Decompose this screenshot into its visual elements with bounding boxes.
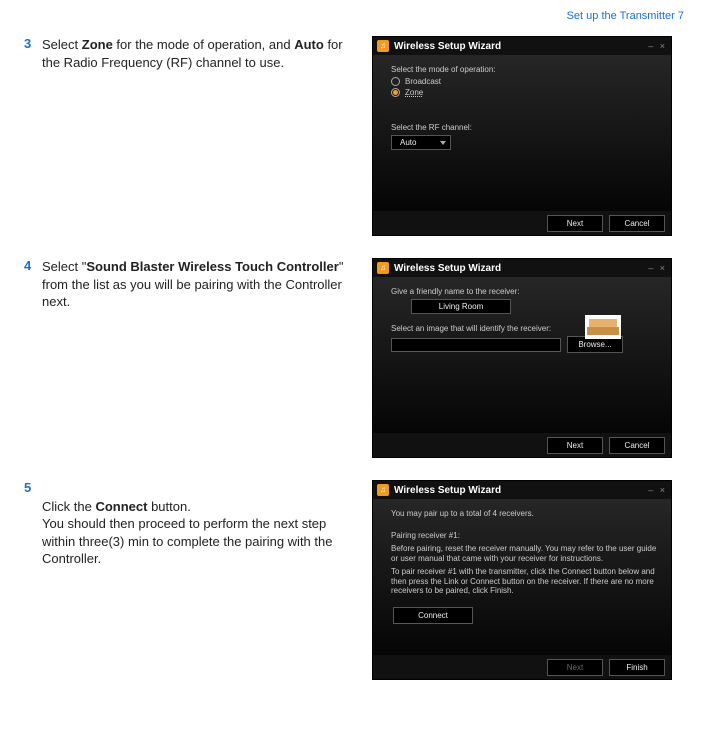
app-icon [377,484,389,496]
step-4: 4 Select "Sound Blaster Wireless Touch C… [24,258,684,458]
next-button[interactable]: Next [547,437,603,454]
screenshot-2: Wireless Setup Wizard – × Give a friendl… [372,258,684,458]
app-icon [377,262,389,274]
step-3: 3 Select Zone for the mode of operation,… [24,36,684,236]
step-text: Click the Connect button. You should the… [42,480,372,568]
window-body: Select the mode of operation: Broadcast … [373,55,671,211]
window-title: Wireless Setup Wizard [394,41,501,52]
app-icon [377,40,389,52]
window-footer: Next Cancel [373,433,671,457]
screenshot-3: Wireless Setup Wizard – × You may pair u… [372,480,684,680]
image-path-input[interactable] [391,338,561,352]
pairing-instr-2: To pair receiver #1 with the transmitter… [391,567,661,596]
radio-label: Zone [405,88,423,97]
titlebar: Wireless Setup Wizard – × [373,259,671,277]
radio-zone[interactable]: Zone [391,88,661,97]
radio-icon [391,77,400,86]
step-5: 5 Click the Connect button. You should t… [24,480,684,680]
window-footer: Next Cancel [373,211,671,235]
wizard-window: Wireless Setup Wizard – × You may pair u… [372,480,672,680]
window-title: Wireless Setup Wizard [394,485,501,496]
page-number: 7 [678,10,684,22]
titlebar: Wireless Setup Wizard – × [373,481,671,499]
pairing-instr-1: Before pairing, reset the receiver manua… [391,544,661,563]
radio-icon [391,88,400,97]
window-controls[interactable]: – × [648,485,667,495]
page-header: Set up the Transmitter 7 [24,10,684,22]
step-number: 5 [24,480,42,495]
mode-label: Select the mode of operation: [391,65,661,74]
rf-label: Select the RF channel: [391,123,661,132]
rf-select[interactable]: Auto [391,135,451,150]
step-number: 4 [24,258,42,273]
next-button: Next [547,659,603,676]
window-title: Wireless Setup Wizard [394,263,501,274]
window-body: You may pair up to a total of 4 receiver… [373,499,671,655]
step-number: 3 [24,36,42,51]
pairing-header: Pairing receiver #1: [391,531,661,540]
pair-total-label: You may pair up to a total of 4 receiver… [391,509,661,518]
name-label: Give a friendly name to the receiver: [391,287,661,296]
screenshot-1: Wireless Setup Wizard – × Select the mod… [372,36,684,236]
section-name: Set up the Transmitter [567,10,675,22]
connect-button[interactable]: Connect [393,607,473,624]
window-controls[interactable]: – × [648,263,667,273]
receiver-name-input[interactable]: Living Room [411,299,511,314]
next-button[interactable]: Next [547,215,603,232]
receiver-image-preview [585,315,621,339]
step-text: Select Zone for the mode of operation, a… [42,36,372,71]
cancel-button[interactable]: Cancel [609,215,665,232]
cancel-button[interactable]: Cancel [609,437,665,454]
manual-page: Set up the Transmitter 7 3 Select Zone f… [0,0,708,722]
window-footer: Next Finish [373,655,671,679]
wizard-window: Wireless Setup Wizard – × Give a friendl… [372,258,672,458]
radio-broadcast[interactable]: Broadcast [391,77,661,86]
window-body: Give a friendly name to the receiver: Li… [373,277,671,433]
finish-button[interactable]: Finish [609,659,665,676]
radio-label: Broadcast [405,77,441,86]
step-text: Select "Sound Blaster Wireless Touch Con… [42,258,372,311]
titlebar: Wireless Setup Wizard – × [373,37,671,55]
wizard-window: Wireless Setup Wizard – × Select the mod… [372,36,672,236]
window-controls[interactable]: – × [648,41,667,51]
